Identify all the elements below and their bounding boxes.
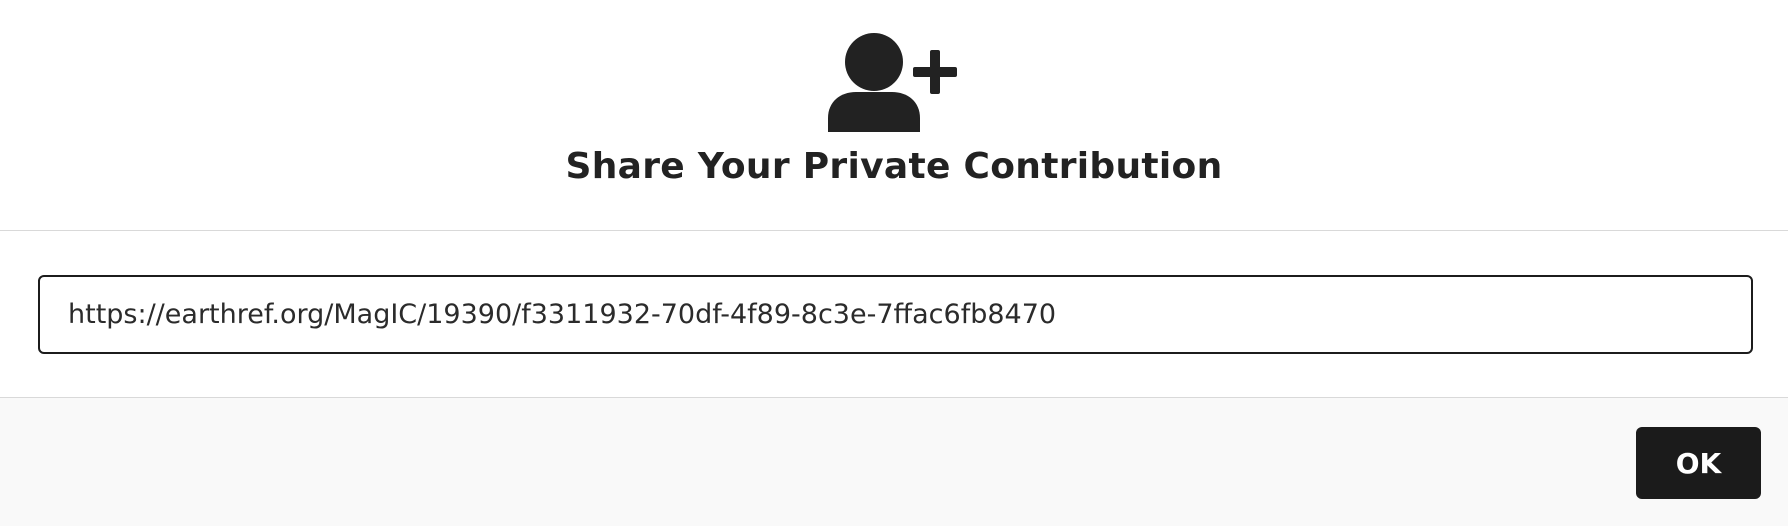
share-contribution-modal: Share Your Private Contribution OK	[0, 0, 1788, 526]
share-link-input[interactable]	[38, 275, 1753, 354]
modal-title: Share Your Private Contribution	[565, 146, 1223, 187]
modal-body	[0, 231, 1788, 398]
ok-button[interactable]: OK	[1636, 427, 1761, 499]
user-plus-icon	[826, 32, 966, 132]
modal-header: Share Your Private Contribution	[0, 0, 1788, 231]
modal-footer: OK	[0, 398, 1788, 526]
